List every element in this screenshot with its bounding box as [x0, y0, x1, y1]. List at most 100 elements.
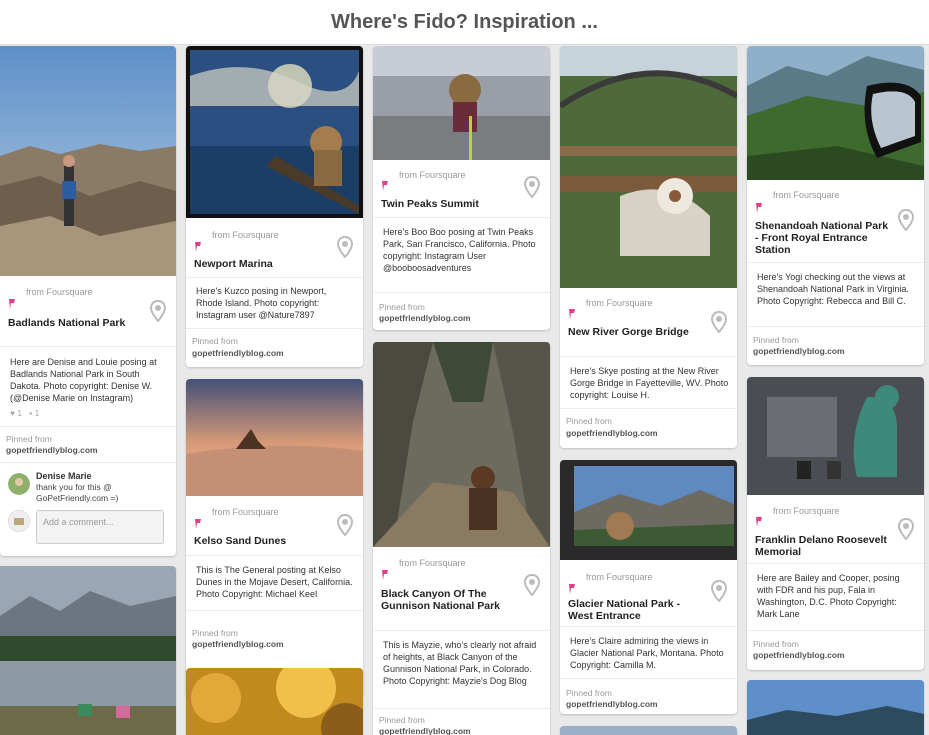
source-site-link[interactable]: gopetfriendlyblog.com [192, 348, 284, 358]
pin-image[interactable] [373, 342, 550, 547]
divider [373, 630, 550, 631]
board-title: Where's Fido? Inspiration ... [331, 11, 598, 33]
divider [186, 277, 363, 278]
divider [373, 217, 550, 218]
foursquare-icon [382, 570, 388, 580]
foursquare-icon [195, 242, 201, 252]
pin-title[interactable]: Shenandoah National Park - Front Royal E… [755, 220, 894, 256]
divider [186, 328, 363, 329]
pin-card-newport[interactable]: from Foursquare Newport Marina Here's Ku… [186, 46, 363, 367]
divider [747, 563, 924, 564]
divider [560, 626, 737, 627]
pin-image[interactable] [560, 46, 737, 288]
pin-card-partial[interactable] [560, 726, 737, 735]
divider [373, 292, 550, 293]
pin-source: from Foursquare [773, 506, 840, 516]
source-site-link[interactable]: gopetfriendlyblog.com [379, 726, 471, 735]
pin-description: Here's Yogi checking out the views at Sh… [757, 272, 909, 306]
pin-title[interactable]: Kelso Sand Dunes [194, 535, 333, 547]
pin-title[interactable]: Newport Marina [194, 258, 333, 270]
pinned-from-label: Pinned from [566, 416, 612, 426]
location-pin-icon[interactable] [337, 514, 353, 536]
avatar [8, 510, 30, 532]
comment-icon[interactable]: ▪ [29, 408, 32, 418]
pin-image[interactable] [186, 379, 363, 496]
like-count: 1 [17, 408, 23, 418]
pinned-from-label: Pinned from [753, 639, 799, 649]
pin-title[interactable]: Black Canyon Of The Gunnison National Pa… [381, 588, 520, 612]
pin-source: from Foursquare [212, 230, 279, 240]
pin-image[interactable] [747, 680, 924, 735]
pin-image[interactable] [747, 377, 924, 495]
divider [747, 630, 924, 631]
source-site-link[interactable]: gopetfriendlyblog.com [753, 650, 845, 660]
divider [0, 426, 176, 427]
pinned-from-label: Pinned from [192, 628, 238, 638]
location-pin-icon[interactable] [711, 311, 727, 333]
pin-card-twinpeaks[interactable]: from Foursquare Twin Peaks Summit Here's… [373, 46, 550, 330]
pinned-from-label: Pinned from [753, 335, 799, 345]
divider [560, 408, 737, 409]
pin-description: Here are Denise and Louie posing at Badl… [10, 357, 157, 403]
source-site-link[interactable]: gopetfriendlyblog.com [6, 445, 98, 455]
pin-card-kelso[interactable]: from Foursquare Kelso Sand Dunes This is… [186, 379, 363, 697]
comment-author[interactable]: Denise Marie [36, 471, 92, 481]
pin-title[interactable]: Franklin Delano Roosevelt Memorial [755, 534, 894, 558]
source-site-link[interactable]: gopetfriendlyblog.com [192, 639, 284, 649]
divider [560, 678, 737, 679]
heart-icon[interactable]: ♥ [10, 408, 15, 418]
pin-description: Here are Bailey and Cooper, posing with … [757, 573, 900, 619]
pin-image[interactable] [0, 46, 176, 276]
pin-image[interactable] [747, 46, 924, 180]
pin-card-shenandoah[interactable]: from Foursquare Shenandoah National Park… [747, 46, 924, 365]
foursquare-icon [195, 519, 201, 529]
source-site-link[interactable]: gopetfriendlyblog.com [753, 346, 845, 356]
add-comment-placeholder: Add a comment... [43, 517, 114, 527]
add-comment-input[interactable]: Add a comment... [36, 510, 164, 544]
pin-image[interactable] [186, 46, 363, 218]
pin-description: Here's Claire admiring the views in Glac… [570, 636, 724, 670]
pin-card-autumn[interactable] [186, 668, 363, 735]
location-pin-icon[interactable] [337, 236, 353, 258]
location-pin-icon[interactable] [898, 209, 914, 231]
location-pin-icon[interactable] [898, 518, 914, 540]
pin-card-badlands[interactable]: from Foursquare Badlands National Park H… [0, 46, 176, 556]
pin-source: from Foursquare [399, 170, 466, 180]
pin-title[interactable]: Twin Peaks Summit [381, 198, 520, 210]
location-pin-icon[interactable] [524, 176, 540, 198]
source-site-link[interactable]: gopetfriendlyblog.com [379, 313, 471, 323]
pin-card-newriver[interactable]: from Foursquare New River Gorge Bridge H… [560, 46, 737, 448]
pin-title[interactable]: Glacier National Park - West Entrance [568, 598, 707, 622]
divider [0, 346, 176, 347]
pin-source: from Foursquare [399, 558, 466, 568]
pinned-from-label: Pinned from [192, 336, 238, 346]
location-pin-icon[interactable] [524, 574, 540, 596]
pin-card-lake[interactable] [0, 566, 176, 735]
avatar[interactable] [8, 473, 30, 495]
pin-image[interactable] [373, 46, 550, 160]
pin-card-bottom[interactable] [747, 680, 924, 735]
pin-image[interactable] [0, 566, 176, 735]
divider [560, 356, 737, 357]
pin-image[interactable] [186, 668, 363, 735]
source-site-link[interactable]: gopetfriendlyblog.com [566, 699, 658, 709]
source-site-link[interactable]: gopetfriendlyblog.com [566, 428, 658, 438]
comment-count: 1 [34, 408, 40, 418]
divider [747, 262, 924, 263]
pin-description: This is The General posting at Kelso Dun… [196, 565, 353, 599]
pin-source: from Foursquare [26, 287, 93, 297]
pin-title[interactable]: New River Gorge Bridge [568, 326, 707, 338]
foursquare-icon [569, 584, 575, 594]
pin-card-fdr[interactable]: from Foursquare Franklin Delano Roosevel… [747, 377, 924, 670]
pin-image[interactable] [560, 460, 737, 560]
pinned-from-label: Pinned from [379, 715, 425, 725]
pin-card-blackcanyon[interactable]: from Foursquare Black Canyon Of The Gunn… [373, 342, 550, 735]
pin-title[interactable]: Badlands National Park [8, 317, 146, 329]
pinned-from-label: Pinned from [379, 302, 425, 312]
pin-card-glacier[interactable]: from Foursquare Glacier National Park - … [560, 460, 737, 714]
location-pin-icon[interactable] [711, 580, 727, 602]
foursquare-icon [756, 203, 762, 213]
board-header: Where's Fido? Inspiration ... [0, 0, 929, 45]
location-pin-icon[interactable] [150, 300, 166, 322]
pin-image[interactable] [560, 726, 737, 735]
